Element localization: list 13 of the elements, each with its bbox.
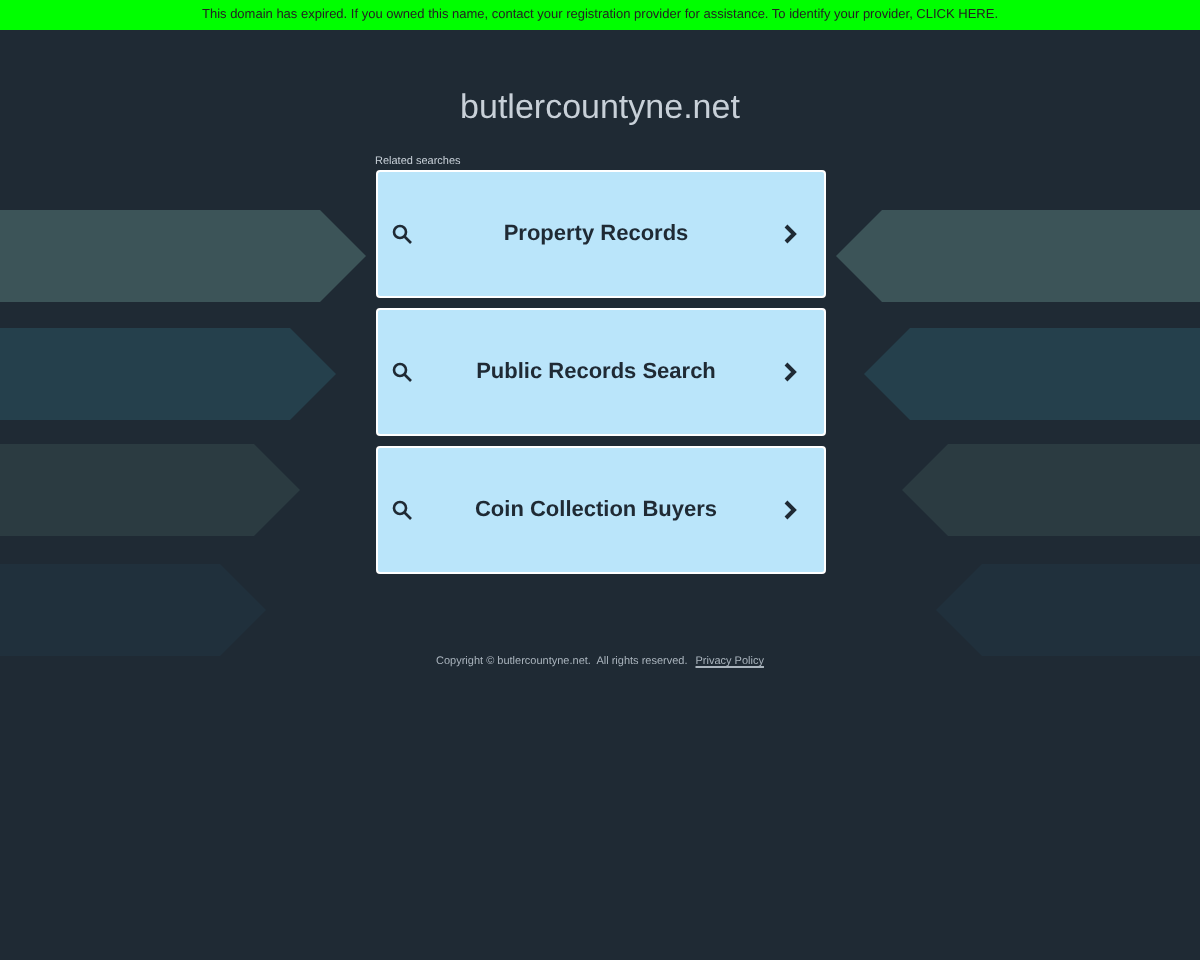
search-icon	[389, 360, 413, 384]
search-icon	[389, 222, 413, 246]
chevron-right-icon	[779, 498, 799, 522]
search-label: Property Records	[501, 219, 691, 250]
search-link-card[interactable]: Public Records Search	[375, 308, 825, 436]
search-link-card[interactable]: Coin Collection Buyers	[375, 446, 825, 574]
search-link-card[interactable]: Property Records	[375, 170, 825, 298]
site-title: butlercountyne.net	[460, 88, 740, 128]
search-label: Public Records Search	[474, 357, 718, 388]
chevron-right-icon	[779, 222, 799, 246]
chevron-right-icon	[779, 360, 799, 384]
search-label: Coin Collection Buyers	[472, 495, 720, 526]
search-icon	[389, 498, 413, 522]
